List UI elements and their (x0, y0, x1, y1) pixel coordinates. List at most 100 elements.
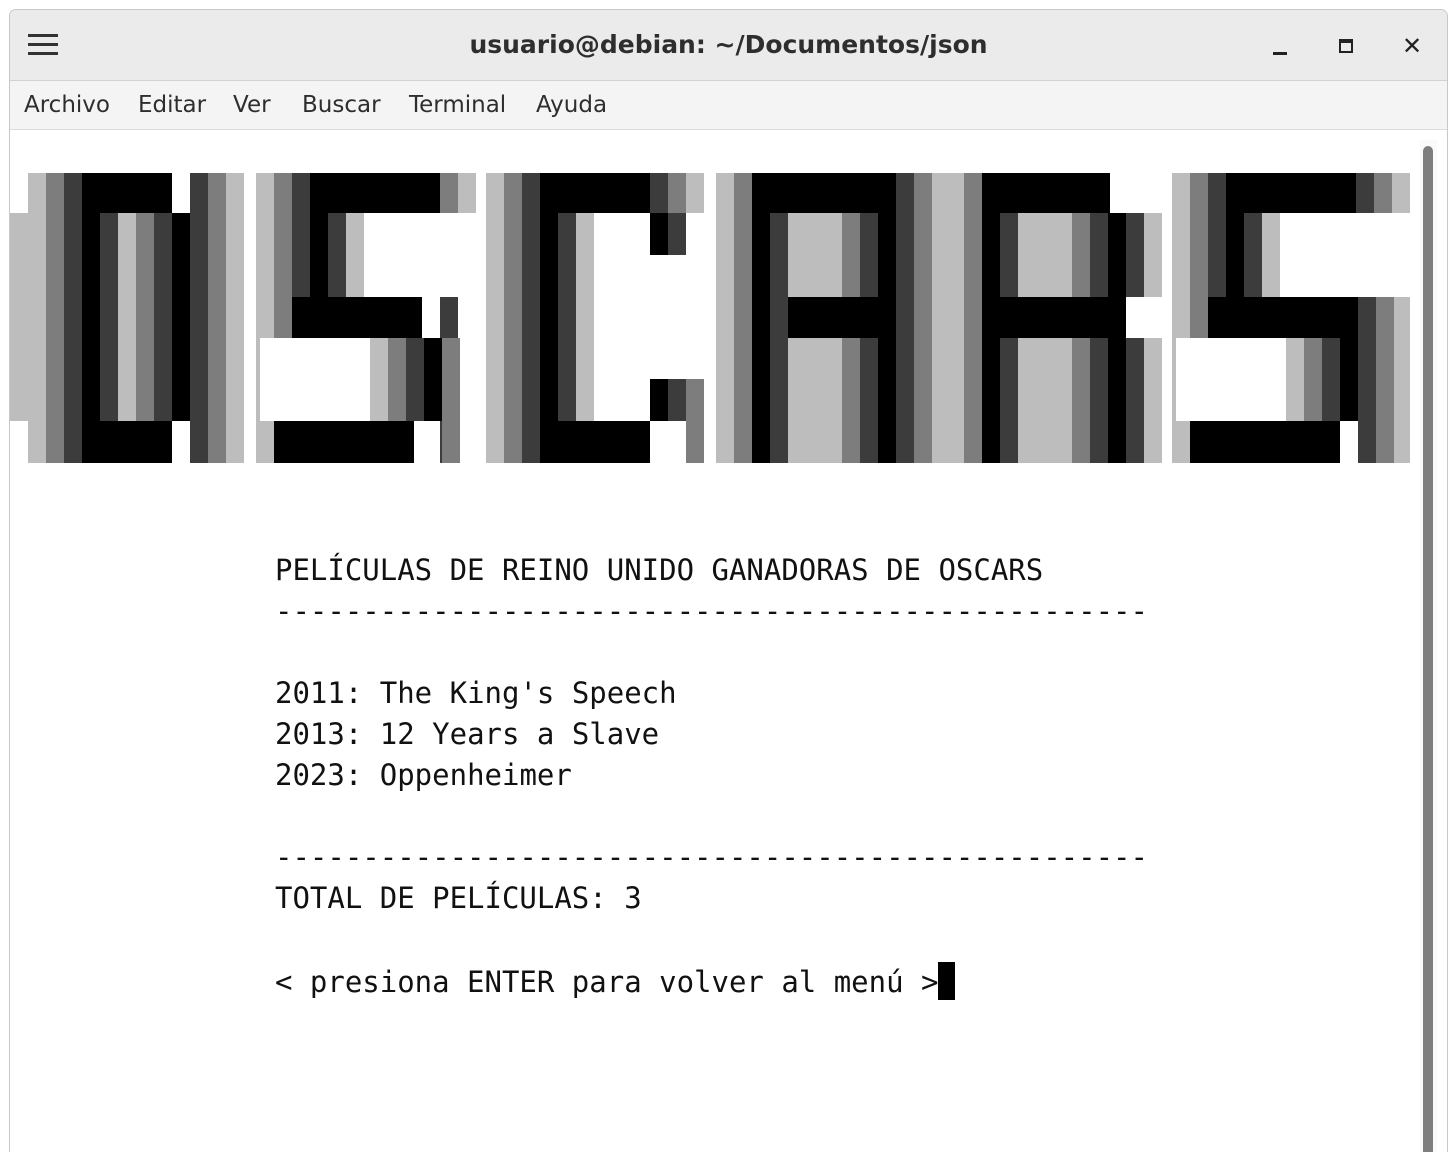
banner-cell (28, 173, 46, 463)
banner-cell (82, 213, 100, 421)
banner-cell (1072, 338, 1090, 463)
banner-cell (1000, 213, 1018, 297)
banner-cell (650, 213, 668, 255)
banner-cell (274, 173, 292, 338)
maximize-icon[interactable] (1328, 28, 1364, 64)
banner-cell (1072, 213, 1090, 297)
minimize-icon[interactable] (1262, 28, 1298, 64)
banner-cell (82, 421, 116, 463)
banner-cell (172, 213, 190, 421)
banner-cell (1394, 297, 1410, 463)
scrollbar[interactable] (1420, 140, 1437, 1152)
film-row: 2011: The King's Speech (275, 676, 677, 710)
menu-ver[interactable]: Ver (233, 81, 271, 129)
separator-bottom: ----------------------------------------… (275, 840, 1148, 874)
scrollbar-thumb[interactable] (1423, 146, 1433, 1152)
banner-cell (668, 379, 686, 421)
banner-cell (116, 421, 172, 463)
banner-cell (1286, 338, 1304, 421)
title-bar: usuario@debian: ~/Documentos/json ✕ (10, 10, 1447, 81)
banner-cell (770, 213, 788, 463)
banner-cell (1000, 173, 1110, 213)
banner-cell (860, 213, 878, 297)
enter-prompt: < presiona ENTER para volver al menú > (275, 962, 956, 1000)
banner-cell (540, 421, 650, 463)
banner-cell (1144, 338, 1162, 463)
total-line: TOTAL DE PELÍCULAS: 3 (275, 881, 642, 915)
banner-cell (1358, 297, 1376, 463)
banner-cell (1090, 338, 1108, 463)
banner-cell (650, 173, 668, 213)
banner-cell (1018, 213, 1036, 297)
banner-cell (806, 338, 842, 463)
menu-ayuda[interactable]: Ayuda (536, 81, 607, 129)
banner-cell (1304, 338, 1322, 421)
hamburger-menu-icon[interactable] (28, 32, 58, 58)
banner-cell (946, 173, 964, 463)
banner-cell (136, 213, 154, 421)
banner-cell (1000, 338, 1018, 463)
banner-cell (1356, 173, 1374, 213)
banner-cell (1090, 213, 1108, 297)
banner-cell (1226, 173, 1356, 213)
banner-cell (1144, 213, 1162, 297)
banner-cell (788, 338, 806, 463)
window-title: usuario@debian: ~/Documentos/json (469, 30, 988, 59)
banner-cell (964, 173, 982, 463)
terminal-area[interactable]: PELÍCULAS DE REINO UNIDO GANADORAS DE OS… (10, 130, 1447, 1152)
oscars-banner (10, 173, 1410, 463)
banner-cell (842, 213, 860, 297)
banner-cell (1126, 213, 1144, 297)
banner-cell (1244, 213, 1262, 297)
banner-cell (1392, 173, 1410, 213)
banner-cell (788, 213, 806, 297)
close-icon[interactable]: ✕ (1394, 28, 1430, 64)
banner-cell (274, 421, 414, 463)
banner-cell (752, 173, 770, 463)
banner-cell (118, 213, 136, 421)
banner-cell (558, 213, 576, 421)
banner-cell (116, 173, 172, 213)
banner-cell (82, 173, 116, 213)
banner-cell (46, 173, 64, 463)
banner-cell (1036, 213, 1072, 297)
separator-top: ----------------------------------------… (275, 594, 1148, 628)
banner-cell (64, 173, 82, 463)
banner-cell (686, 173, 704, 213)
banner-cell (878, 173, 896, 463)
banner-cell (734, 173, 752, 463)
banner-cell (914, 173, 932, 463)
banner-cell (190, 173, 208, 463)
banner-cell (346, 213, 364, 297)
banner-cell (1340, 338, 1358, 421)
banner-cell (1108, 213, 1126, 463)
menu-terminal[interactable]: Terminal (409, 81, 506, 129)
banner-cell (576, 213, 594, 421)
menu-archivo[interactable]: Archivo (24, 81, 110, 129)
banner-cell (540, 173, 650, 213)
banner-cell (1018, 338, 1036, 463)
banner-cell (1036, 338, 1072, 463)
banner-cell (10, 213, 28, 421)
banner-cell (1126, 338, 1144, 463)
banner-cell (1000, 297, 1110, 338)
banner-cell (388, 338, 406, 421)
banner-cell (100, 213, 118, 421)
banner-cell (650, 379, 668, 421)
results-heading: PELÍCULAS DE REINO UNIDO GANADORAS DE OS… (275, 553, 1044, 587)
banner-cell (292, 297, 422, 338)
banner-cell (486, 173, 504, 463)
film-row: 2023: Oppenheimer (275, 758, 572, 792)
film-row: 2013: 12 Years a Slave (275, 717, 660, 751)
banner-cell (310, 173, 440, 213)
terminal-window: usuario@debian: ~/Documentos/json ✕ Arch… (10, 10, 1447, 1152)
menu-buscar[interactable]: Buscar (302, 81, 381, 129)
banner-cell (1190, 421, 1340, 463)
menu-editar[interactable]: Editar (138, 81, 206, 129)
banner-cell (806, 213, 842, 297)
menu-bar: Archivo Editar Ver Buscar Terminal Ayuda (10, 81, 1447, 130)
banner-cell (1376, 297, 1394, 463)
banner-cell (1226, 213, 1244, 297)
banner-cell (260, 338, 370, 421)
banner-cell (1190, 173, 1208, 338)
